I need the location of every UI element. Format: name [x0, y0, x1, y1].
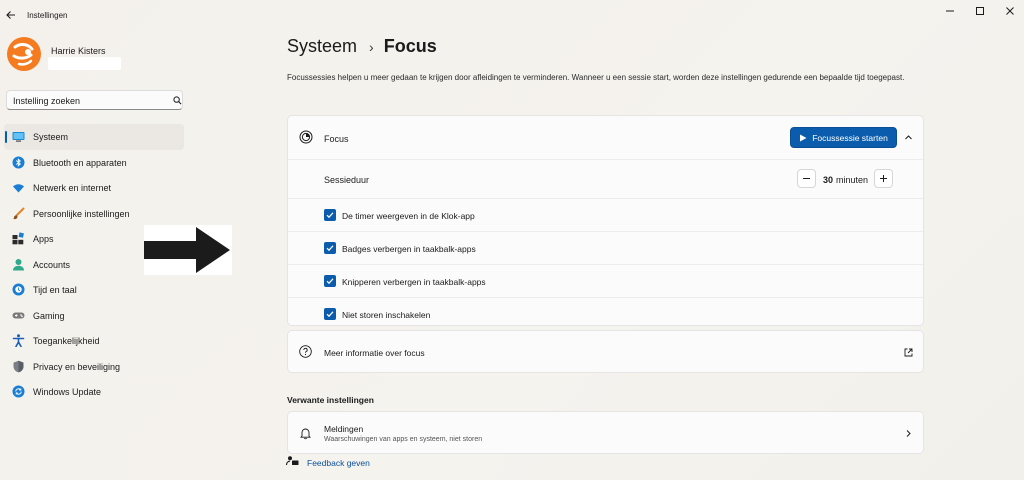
session-duration-row: Sessieduur 30 minuten [288, 159, 923, 198]
checkmark-icon [326, 212, 334, 219]
sidebar-item-label: Privacy en beveiliging [33, 361, 121, 372]
sidebar-item-tijd[interactable]: Tijd en taal [4, 277, 184, 303]
sidebar-item-label: Netwerk en internet [33, 183, 112, 193]
accessibility-icon [12, 334, 25, 347]
avatar[interactable] [6, 36, 42, 72]
focus-label: Focus [324, 134, 349, 144]
close-icon[interactable] [1003, 4, 1017, 18]
sidebar-item-bluetooth[interactable]: Bluetooth en apparaten [4, 150, 184, 176]
chevron-up-icon[interactable] [904, 133, 913, 142]
sidebar-item-label: Persoonlijke instellingen [33, 208, 130, 219]
notifications-card[interactable]: Meldingen Waarschuwingen van apps en sys… [287, 411, 924, 454]
option-row-hide-badges[interactable]: Badges verbergen in taakbalk-apps [288, 231, 923, 264]
sidebar-item-windows-update[interactable]: Windows Update [4, 379, 184, 405]
duration-value: 30 [823, 175, 834, 185]
duration-unit: minuten [836, 175, 869, 185]
notifications-title: Meldingen [324, 424, 364, 434]
focus-icon [299, 130, 313, 144]
sidebar-item-netwerk[interactable]: Netwerk en internet [4, 175, 184, 201]
session-duration-label: Sessieduur [324, 175, 370, 185]
sidebar-item-systeem[interactable]: Systeem [4, 124, 184, 150]
minus-icon [803, 178, 810, 179]
start-focus-session-label: Focussessie starten [812, 132, 888, 143]
checkmark-icon [326, 245, 334, 252]
annotation-arrow-overlay [144, 225, 232, 275]
checkbox-hide-badges[interactable] [324, 242, 336, 254]
page-description: Focussessies helpen u meer gedaan te kri… [287, 73, 905, 82]
title-bar: Instellingen [0, 0, 1024, 30]
decrease-duration-button[interactable] [797, 169, 816, 188]
sidebar-item-label: Tijd en taal [33, 285, 77, 295]
feedback-link[interactable]: Feedback geven [307, 458, 370, 468]
play-icon [800, 134, 807, 141]
search-icon[interactable] [173, 96, 182, 105]
feedback-icon [286, 456, 299, 466]
checkbox-hide-flashing[interactable] [324, 275, 336, 287]
back-arrow-icon[interactable] [4, 8, 18, 22]
bluetooth-icon [12, 156, 25, 168]
sidebar-item-label: Apps [33, 234, 54, 244]
option-label: Knipperen verbergen in taakbalk-apps [342, 277, 486, 287]
checkbox-do-not-disturb[interactable] [324, 308, 336, 320]
sidebar-item-toegankelijkheid[interactable]: Toegankelijkheid [4, 328, 184, 354]
plus-icon [880, 175, 887, 182]
option-label: Badges verbergen in taakbalk-apps [342, 244, 476, 254]
focus-card: Focus Focussessie starten Sessieduur 30 … [287, 115, 924, 326]
help-icon [299, 345, 312, 358]
more-info-label: Meer informatie over focus [324, 348, 425, 358]
increase-duration-button[interactable] [874, 169, 893, 188]
accounts-icon [13, 258, 24, 270]
search-box[interactable] [6, 90, 183, 110]
sidebar-item-label: Toegankelijkheid [33, 336, 100, 346]
globe-icon [12, 283, 25, 296]
apps-icon [12, 232, 24, 245]
related-settings-heading: Verwante instellingen [287, 395, 374, 405]
bell-icon [300, 428, 311, 440]
app-title: Instellingen [27, 11, 68, 20]
option-label: Niet storen inschakelen [342, 310, 431, 320]
option-row-show-timer[interactable]: De timer weergeven in de Klok-app [288, 198, 923, 231]
notifications-subtitle: Waarschuwingen van apps en systeem, niet… [324, 436, 483, 443]
profile-email-redacted [48, 57, 121, 70]
option-label: De timer weergeven in de Klok-app [342, 211, 475, 221]
gamepad-icon [12, 312, 25, 318]
start-focus-session-button[interactable]: Focussessie starten [790, 127, 897, 148]
checkmark-icon [326, 311, 334, 318]
page-title: Focus [383, 36, 437, 56]
external-link-icon [904, 348, 913, 357]
option-row-hide-flashing[interactable]: Knipperen verbergen in taakbalk-apps [288, 264, 923, 297]
sidebar-item-privacy[interactable]: Privacy en beveiliging [4, 354, 184, 380]
sidebar-item-persoonlijk[interactable]: Persoonlijke instellingen [4, 201, 184, 227]
checkmark-icon [326, 278, 334, 285]
sidebar-item-label: Bluetooth en apparaten [33, 157, 127, 168]
sidebar-item-label: Windows Update [33, 387, 102, 397]
system-icon [12, 132, 25, 142]
breadcrumb-chevron-icon: › [369, 38, 374, 55]
profile-name: Harrie Kisters [51, 46, 106, 56]
sidebar-item-label: Accounts [33, 259, 71, 270]
focus-header[interactable]: Focus Focussessie starten [288, 116, 923, 159]
checkbox-show-timer[interactable] [324, 209, 336, 221]
sidebar-item-gaming[interactable]: Gaming [4, 303, 184, 329]
breadcrumb: Systeem › Focus [287, 36, 437, 57]
search-input[interactable] [13, 94, 163, 107]
maximize-icon[interactable] [973, 4, 987, 18]
option-row-do-not-disturb[interactable]: Niet storen inschakelen [288, 297, 923, 326]
chevron-right-icon [906, 430, 911, 437]
shield-icon [13, 360, 24, 372]
more-info-card[interactable]: Meer informatie over focus [287, 330, 924, 373]
update-icon [12, 385, 25, 398]
sidebar-item-label: Systeem [33, 132, 69, 142]
wifi-icon [13, 184, 24, 193]
brush-icon [13, 207, 25, 219]
sidebar-item-label: Gaming [33, 310, 65, 321]
breadcrumb-parent[interactable]: Systeem [287, 36, 357, 57]
minimize-icon[interactable] [943, 4, 957, 18]
right-arrow-icon [144, 227, 230, 273]
